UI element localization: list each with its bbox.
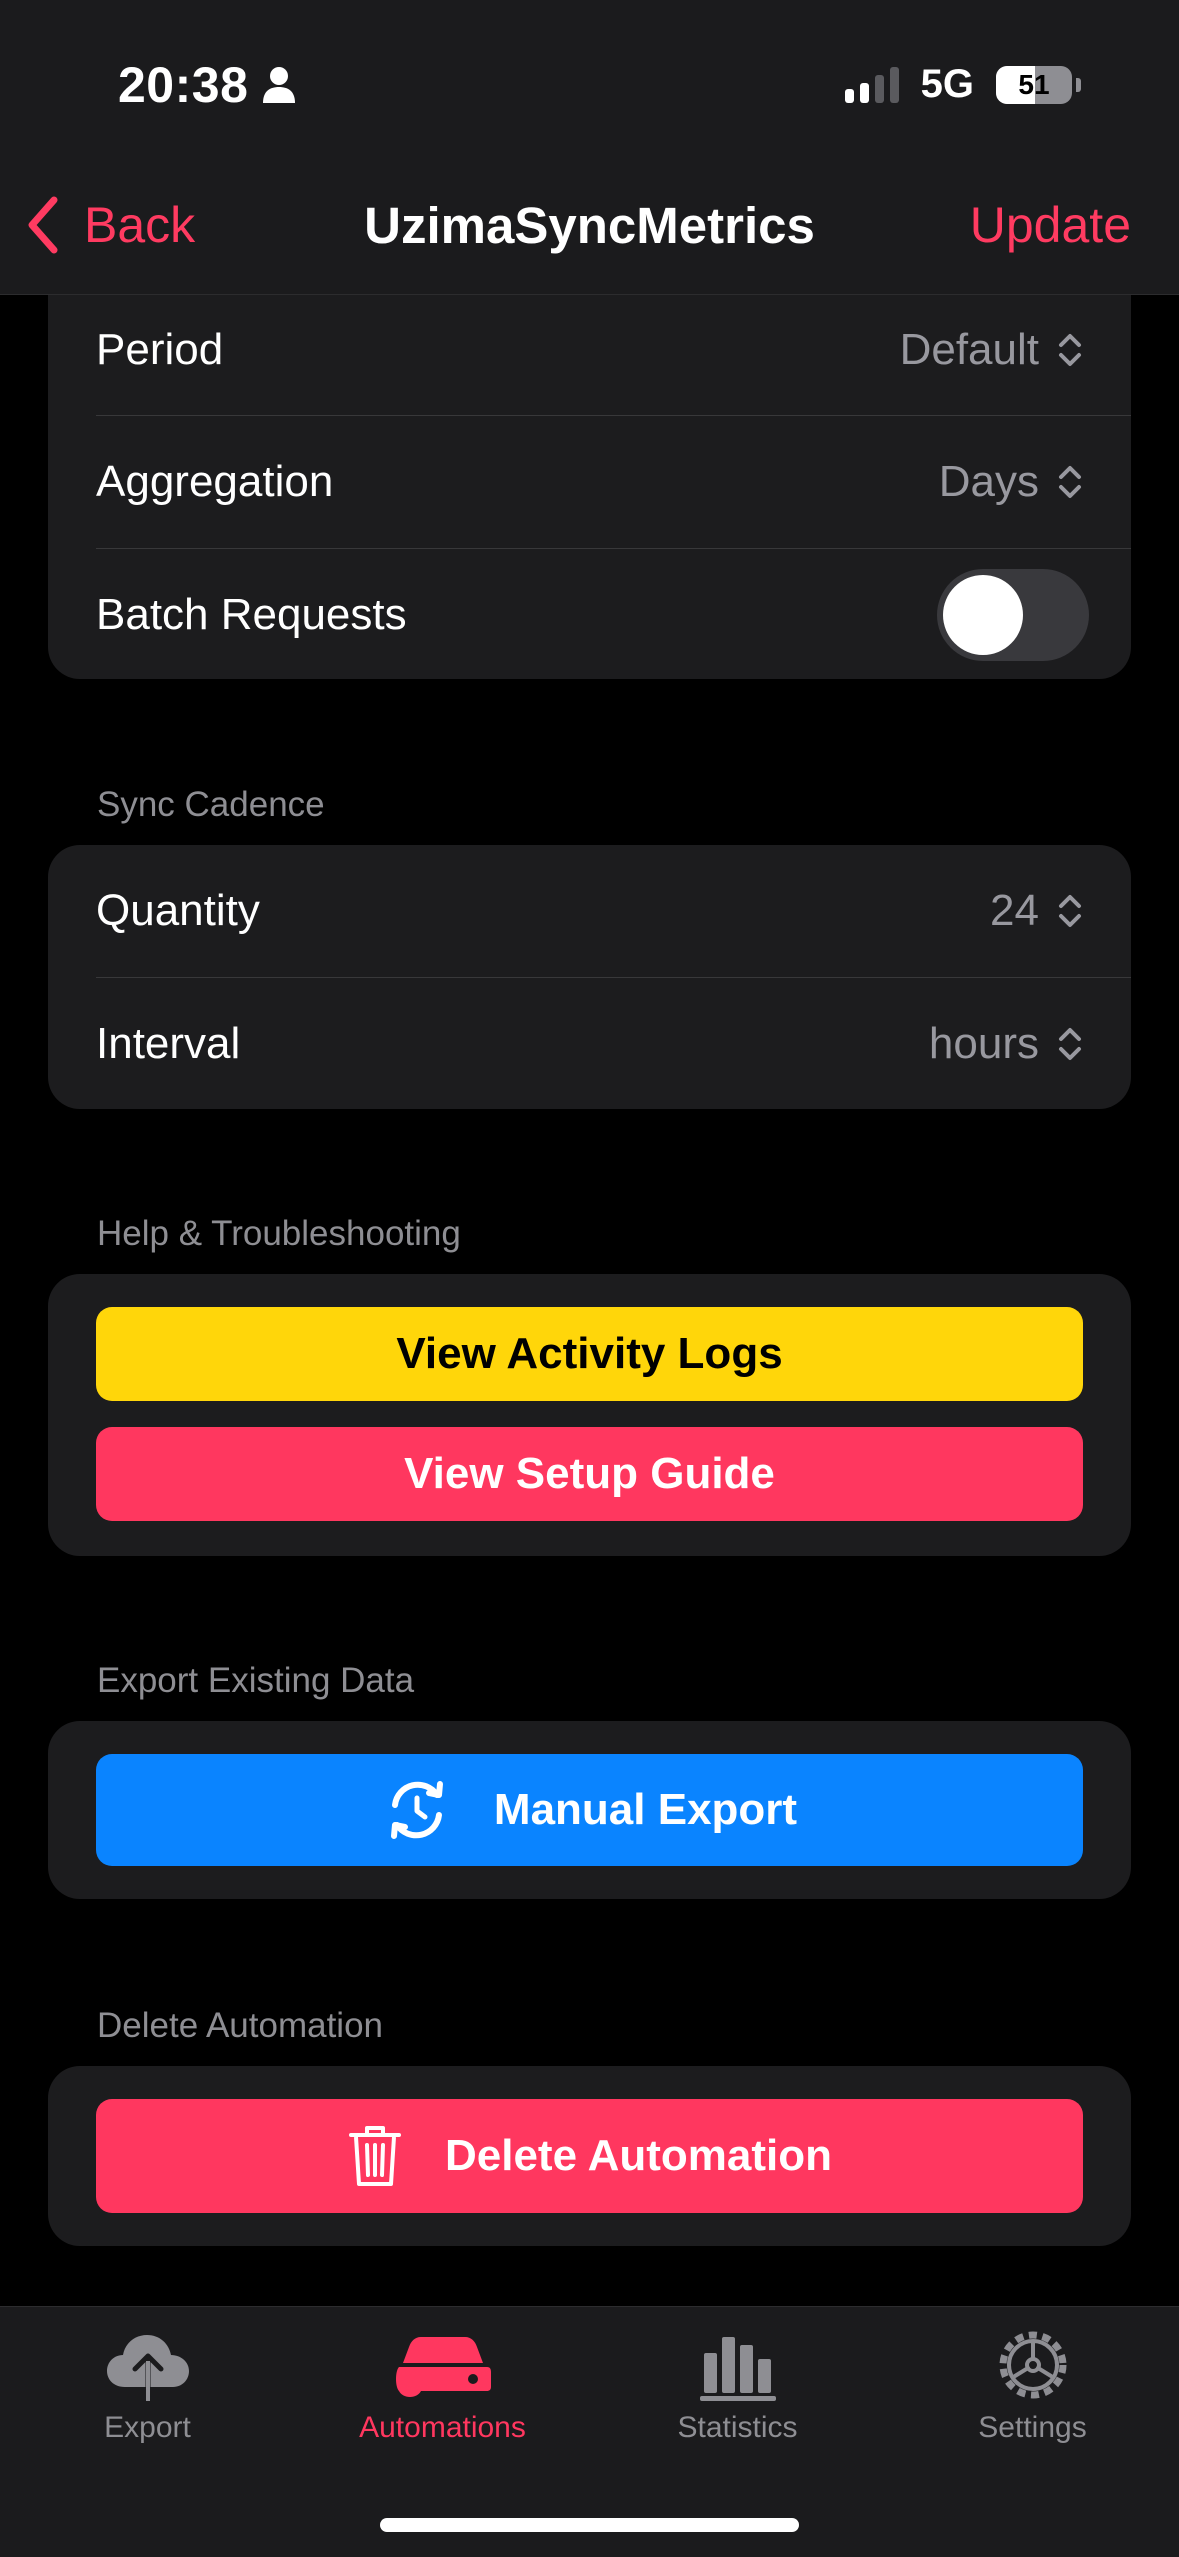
tab-automations[interactable]: Automations xyxy=(295,2327,590,2445)
period-label: Period xyxy=(96,325,224,374)
tab-statistics[interactable]: Statistics xyxy=(590,2327,885,2445)
tab-export-label: Export xyxy=(104,2411,191,2444)
chevron-up-down-icon xyxy=(1059,895,1081,927)
tab-settings[interactable]: Settings xyxy=(885,2327,1179,2445)
toggle-knob xyxy=(943,575,1023,655)
aggregation-row[interactable]: Aggregation Days xyxy=(96,416,1131,548)
top-bar: 20:38 5G 51 Back UzimaSyncMetrics Update xyxy=(0,0,1179,295)
status-time-text: 20:38 xyxy=(118,57,249,113)
aggregation-picker[interactable]: Days xyxy=(939,457,1083,507)
status-indicators: 5G 51 xyxy=(844,62,1081,107)
status-time: 20:38 xyxy=(118,56,296,114)
interval-picker[interactable]: hours xyxy=(929,1019,1083,1069)
aggregation-value: Days xyxy=(938,457,1039,506)
quantity-label: Quantity xyxy=(96,886,260,935)
gear-icon xyxy=(999,2331,1066,2399)
update-button[interactable]: Update xyxy=(970,196,1131,254)
sync-cadence-header: Sync Cadence xyxy=(97,785,325,824)
batch-requests-row: Batch Requests xyxy=(96,549,1131,679)
trash-icon xyxy=(348,2126,401,2186)
view-setup-guide-button[interactable]: View Setup Guide xyxy=(96,1427,1083,1521)
network-type: 5G xyxy=(920,62,974,106)
battery-percent: 51 xyxy=(1018,68,1050,100)
period-picker[interactable]: Default xyxy=(900,325,1083,375)
aggregation-label: Aggregation xyxy=(96,457,334,506)
interval-row[interactable]: Interval hours xyxy=(96,978,1131,1109)
tab-automations-label: Automations xyxy=(359,2411,526,2444)
chevron-up-down-icon xyxy=(1059,1028,1081,1060)
quantity-row[interactable]: Quantity 24 xyxy=(96,845,1131,977)
batch-requests-label: Batch Requests xyxy=(96,590,407,639)
tab-export[interactable]: Export xyxy=(0,2327,295,2445)
delete-automation-label: Delete Automation xyxy=(444,2131,833,2180)
quantity-picker[interactable]: 24 xyxy=(990,886,1083,936)
help-header: Help & Troubleshooting xyxy=(97,1214,461,1253)
tab-statistics-label: Statistics xyxy=(677,2411,798,2444)
quantity-value: 24 xyxy=(990,886,1039,935)
delete-automation-button[interactable]: Delete Automation xyxy=(96,2099,1083,2213)
tab-settings-label: Settings xyxy=(978,2411,1087,2444)
manual-export-button[interactable]: Manual Export xyxy=(96,1754,1083,1866)
clock-sync-icon xyxy=(390,1781,443,1839)
manual-export-label: Manual Export xyxy=(493,1785,798,1834)
chevron-up-down-icon xyxy=(1059,466,1081,498)
period-row[interactable]: Period Default xyxy=(96,284,1131,416)
period-value: Default xyxy=(899,325,1039,374)
home-indicator xyxy=(380,2518,799,2532)
export-card: Manual Export xyxy=(48,1721,1131,1899)
battery-icon: 51 xyxy=(996,65,1072,104)
export-header: Export Existing Data xyxy=(97,1661,415,1700)
battery-cap xyxy=(1076,77,1081,92)
cloud-upload-icon xyxy=(106,2335,189,2403)
interval-label: Interval xyxy=(96,1019,241,1068)
person-icon xyxy=(263,67,296,103)
sync-cadence-card: Quantity 24 Interval hours xyxy=(48,845,1131,1109)
batch-requests-toggle[interactable] xyxy=(937,569,1089,661)
settings-card: Period Default Aggregation Days Batch Re… xyxy=(48,260,1131,679)
help-card: View Activity Logs View Setup Guide xyxy=(48,1274,1131,1556)
delete-card: Delete Automation xyxy=(48,2066,1131,2246)
cellular-signal-icon xyxy=(844,66,899,103)
automations-icon xyxy=(395,2337,491,2397)
delete-header: Delete Automation xyxy=(97,2006,384,2045)
view-activity-logs-button[interactable]: View Activity Logs xyxy=(96,1307,1083,1401)
chevron-up-down-icon xyxy=(1059,334,1081,366)
interval-value: hours xyxy=(928,1019,1039,1068)
bar-chart-icon xyxy=(699,2337,776,2401)
